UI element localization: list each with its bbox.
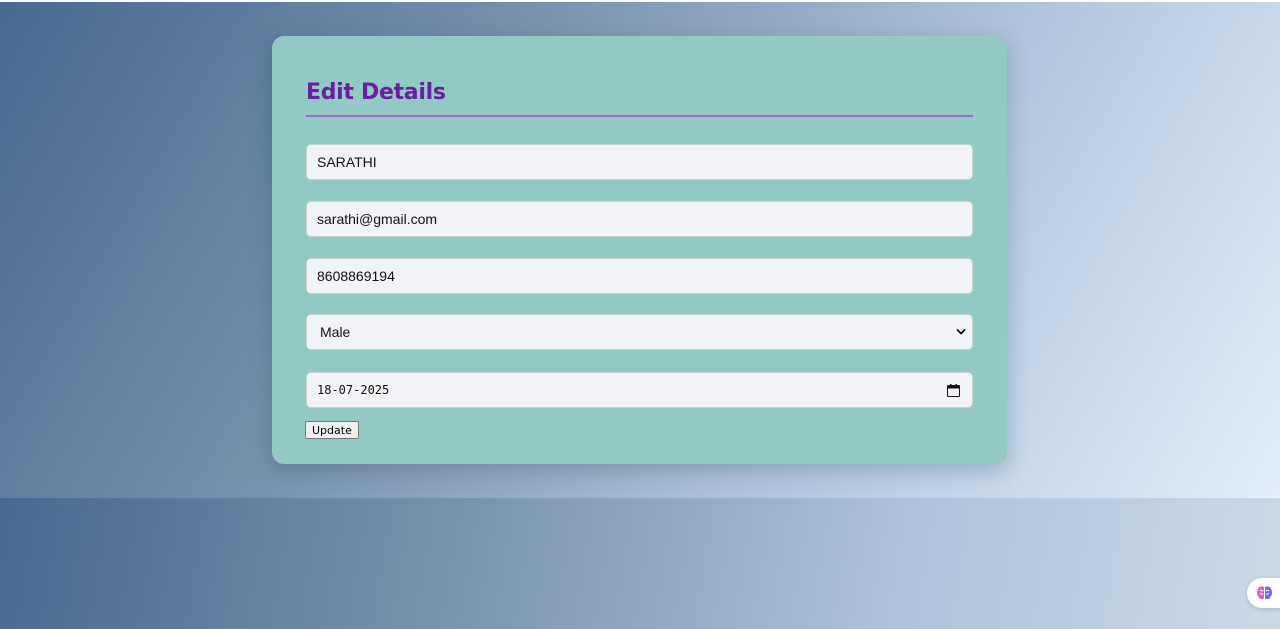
chevron-down-icon <box>956 329 966 335</box>
email-input[interactable]: sarathi@gmail.com <box>306 201 973 237</box>
title-divider <box>306 115 973 117</box>
brain-icon <box>1256 586 1273 600</box>
page: Edit Details SARATHI sarathi@gmail.com 8… <box>0 0 1280 629</box>
calendar-icon[interactable] <box>947 384 960 397</box>
phone-input[interactable]: 8608869194 <box>306 258 973 294</box>
phone-input-value: 8608869194 <box>317 268 395 284</box>
name-input-value: SARATHI <box>317 154 377 170</box>
extension-badge[interactable] <box>1247 578 1280 608</box>
edit-details-card: Edit Details SARATHI sarathi@gmail.com 8… <box>272 36 1007 464</box>
form-title: Edit Details <box>306 80 446 105</box>
gender-select-value: Male <box>320 324 351 340</box>
email-input-value: sarathi@gmail.com <box>317 211 438 227</box>
date-input-value: 18-07-2025 <box>317 383 390 397</box>
update-button[interactable]: Update <box>305 421 359 439</box>
date-input[interactable]: 18-07-2025 <box>306 372 973 408</box>
gender-select[interactable]: Male <box>306 314 973 350</box>
name-input[interactable]: SARATHI <box>306 144 973 180</box>
background-gradient-lower <box>0 498 1280 629</box>
